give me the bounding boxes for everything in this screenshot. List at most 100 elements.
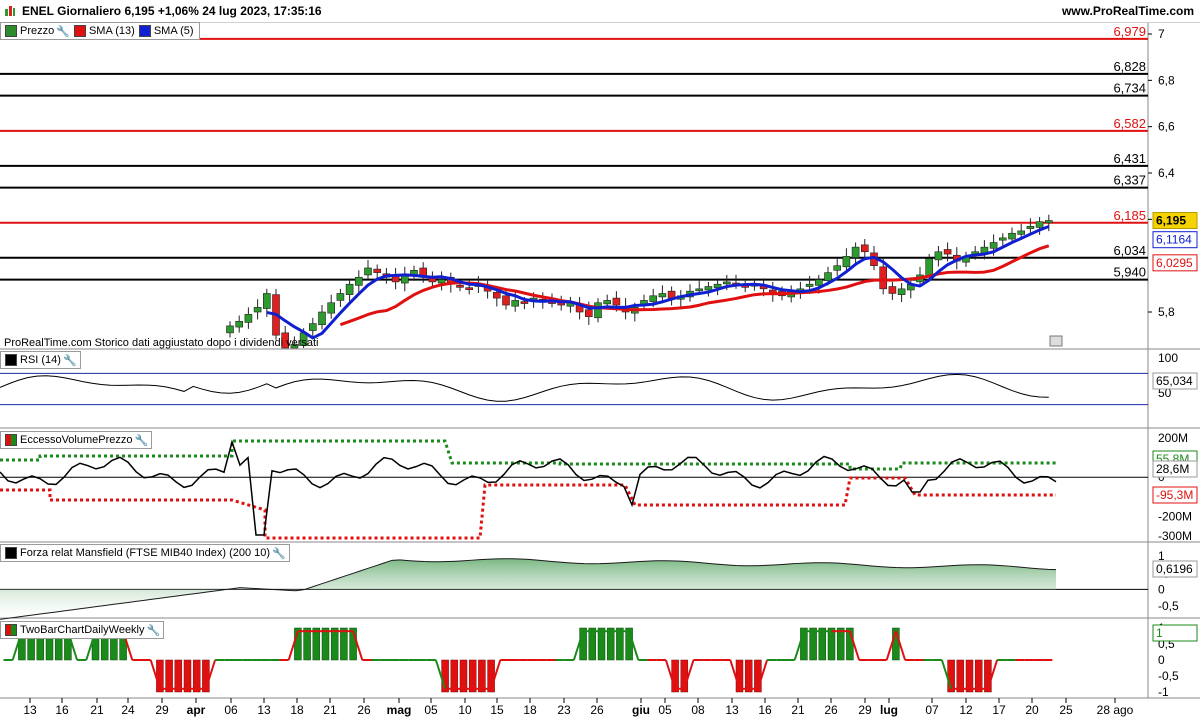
level-label: 6,034 xyxy=(1113,243,1146,258)
x-tick-label: 18 xyxy=(523,703,537,717)
level-label: 5,940 xyxy=(1113,265,1146,280)
wrench-icon[interactable]: 🔧 xyxy=(56,25,70,38)
candle-up xyxy=(1045,220,1053,224)
twobar-bar-down xyxy=(450,659,459,693)
x-tick-label: 15 xyxy=(490,703,504,717)
legend-item-sma13[interactable]: SMA (13) xyxy=(72,25,135,37)
level-label: 6,337 xyxy=(1113,173,1146,188)
legend-label-price: Prezzo xyxy=(20,25,55,37)
wrench-icon[interactable]: 🔧 xyxy=(272,547,286,560)
twobar-bar-up xyxy=(303,627,311,661)
candle-down xyxy=(943,249,952,255)
twobar-bar-down xyxy=(183,659,192,693)
legend-label-sma13: SMA (13) xyxy=(88,25,135,37)
wrench-icon[interactable]: 🔧 xyxy=(63,354,77,367)
candle-up xyxy=(658,293,667,298)
candle-swatch-icon xyxy=(5,25,17,37)
sma13-swatch-icon xyxy=(73,25,86,37)
y-tick-label: 5,8 xyxy=(1158,305,1175,319)
x-tick-label: 24 xyxy=(121,703,135,717)
candle-up xyxy=(308,323,317,331)
candle-down xyxy=(888,286,897,294)
x-tick-label: 08 xyxy=(691,703,705,717)
twobar-bar-up xyxy=(827,627,836,661)
twobar-bar-up xyxy=(809,627,817,661)
x-tick-label: 16 xyxy=(758,703,772,717)
candle-up xyxy=(722,281,731,285)
twobar-legend[interactable]: TwoBarChartDailyWeekly 🔧 xyxy=(0,621,165,639)
candle-up xyxy=(814,279,823,286)
volume-lower-band xyxy=(0,476,1056,540)
legend-item-price[interactable]: Prezzo 🔧 xyxy=(3,25,70,38)
mansfield-legend[interactable]: Forza relat Mansfield (FTSE MIB40 Index)… xyxy=(0,544,290,562)
site-link[interactable]: www.ProRealTime.com xyxy=(1062,4,1194,18)
candle-down xyxy=(520,301,529,304)
candle-up xyxy=(253,307,262,313)
candle-up xyxy=(318,311,326,326)
chart-title: ENEL Giornaliero 6,195 +1,06% 24 lug 202… xyxy=(22,4,322,18)
candle-up xyxy=(833,265,842,271)
candle-down xyxy=(373,268,382,273)
x-tick-label: 29 xyxy=(155,703,169,717)
volume-legend[interactable]: EccessoVolumePrezzo 🔧 xyxy=(0,431,153,449)
twobar-bar-up xyxy=(330,627,339,661)
x-tick-label: 16 xyxy=(55,703,69,717)
rsi-legend[interactable]: RSI (14) 🔧 xyxy=(0,351,81,369)
wrench-icon[interactable]: 🔧 xyxy=(147,624,161,637)
volume-label: EccessoVolumePrezzo xyxy=(20,434,133,446)
candle-up xyxy=(345,283,354,295)
twobar-bar-down xyxy=(192,659,201,693)
candle-up xyxy=(1008,232,1016,240)
x-tick-label: 26 xyxy=(590,703,604,717)
y-tick-label: 6,6 xyxy=(1158,120,1175,134)
y-tick-label: 7 xyxy=(1158,27,1165,41)
candle-up xyxy=(1026,225,1035,229)
volume-tick-label: -300M xyxy=(1158,529,1192,543)
x-tick-label: mag xyxy=(387,703,412,717)
candle-up xyxy=(805,283,814,287)
candle-up xyxy=(327,302,336,314)
chart-canvas[interactable]: 6,979 6,828 6,734 6,582 6,431 6,337 6,185 6,034… xyxy=(0,0,1200,720)
candle-up xyxy=(354,276,363,286)
mansfield-label: Forza relat Mansfield (FTSE MIB40 Index)… xyxy=(20,547,271,559)
x-tick-label: 20 xyxy=(1025,703,1039,717)
x-tick-label: 29 xyxy=(858,703,872,717)
level-label: 6,828 xyxy=(1113,59,1146,74)
candle-up xyxy=(511,300,520,307)
volume-tick-label: -200M xyxy=(1158,509,1192,523)
candle-down xyxy=(879,266,888,290)
rsi-tick-100: 100 xyxy=(1158,351,1178,365)
x-tick-label: 25 xyxy=(1059,703,1073,717)
candle-up xyxy=(934,251,943,261)
candle-up xyxy=(998,237,1007,241)
twobar-bar-up xyxy=(312,627,321,661)
candle-up xyxy=(897,288,906,295)
twobar-bar-up xyxy=(818,627,827,661)
twobar-label: TwoBarChartDailyWeekly xyxy=(20,624,145,636)
twobar-bar-up xyxy=(597,627,606,661)
price-legend[interactable]: Prezzo 🔧 SMA (13) SMA (5) xyxy=(0,22,200,40)
y-tick-label: 6,8 xyxy=(1158,73,1175,87)
sma5-line xyxy=(266,225,1050,340)
candle-down xyxy=(492,292,501,299)
sma5-swatch-icon xyxy=(138,25,151,37)
candle-up xyxy=(1017,230,1026,235)
wrench-icon[interactable]: 🔧 xyxy=(135,434,149,447)
candle-down xyxy=(584,309,593,317)
x-tick-label: 21 xyxy=(791,703,805,717)
twobar-bar-down xyxy=(478,659,486,693)
candle-up xyxy=(226,325,234,334)
candle-up xyxy=(364,267,372,276)
legend-item-sma5[interactable]: SMA (5) xyxy=(137,25,194,37)
candle-up xyxy=(695,288,704,292)
twobar-bar-up xyxy=(836,627,845,661)
candle-down xyxy=(860,244,869,253)
volume-black-tag: 28,6M xyxy=(1156,462,1189,476)
level-label: 6,979 xyxy=(1113,24,1146,39)
x-tick-label: 10 xyxy=(458,703,472,717)
rsi-label: RSI (14) xyxy=(20,354,61,366)
volume-swatch-icon xyxy=(5,434,17,446)
x-tick-label: 18 xyxy=(290,703,304,717)
rsi-line xyxy=(0,373,1049,402)
x-tick-label: 21 xyxy=(323,703,337,717)
